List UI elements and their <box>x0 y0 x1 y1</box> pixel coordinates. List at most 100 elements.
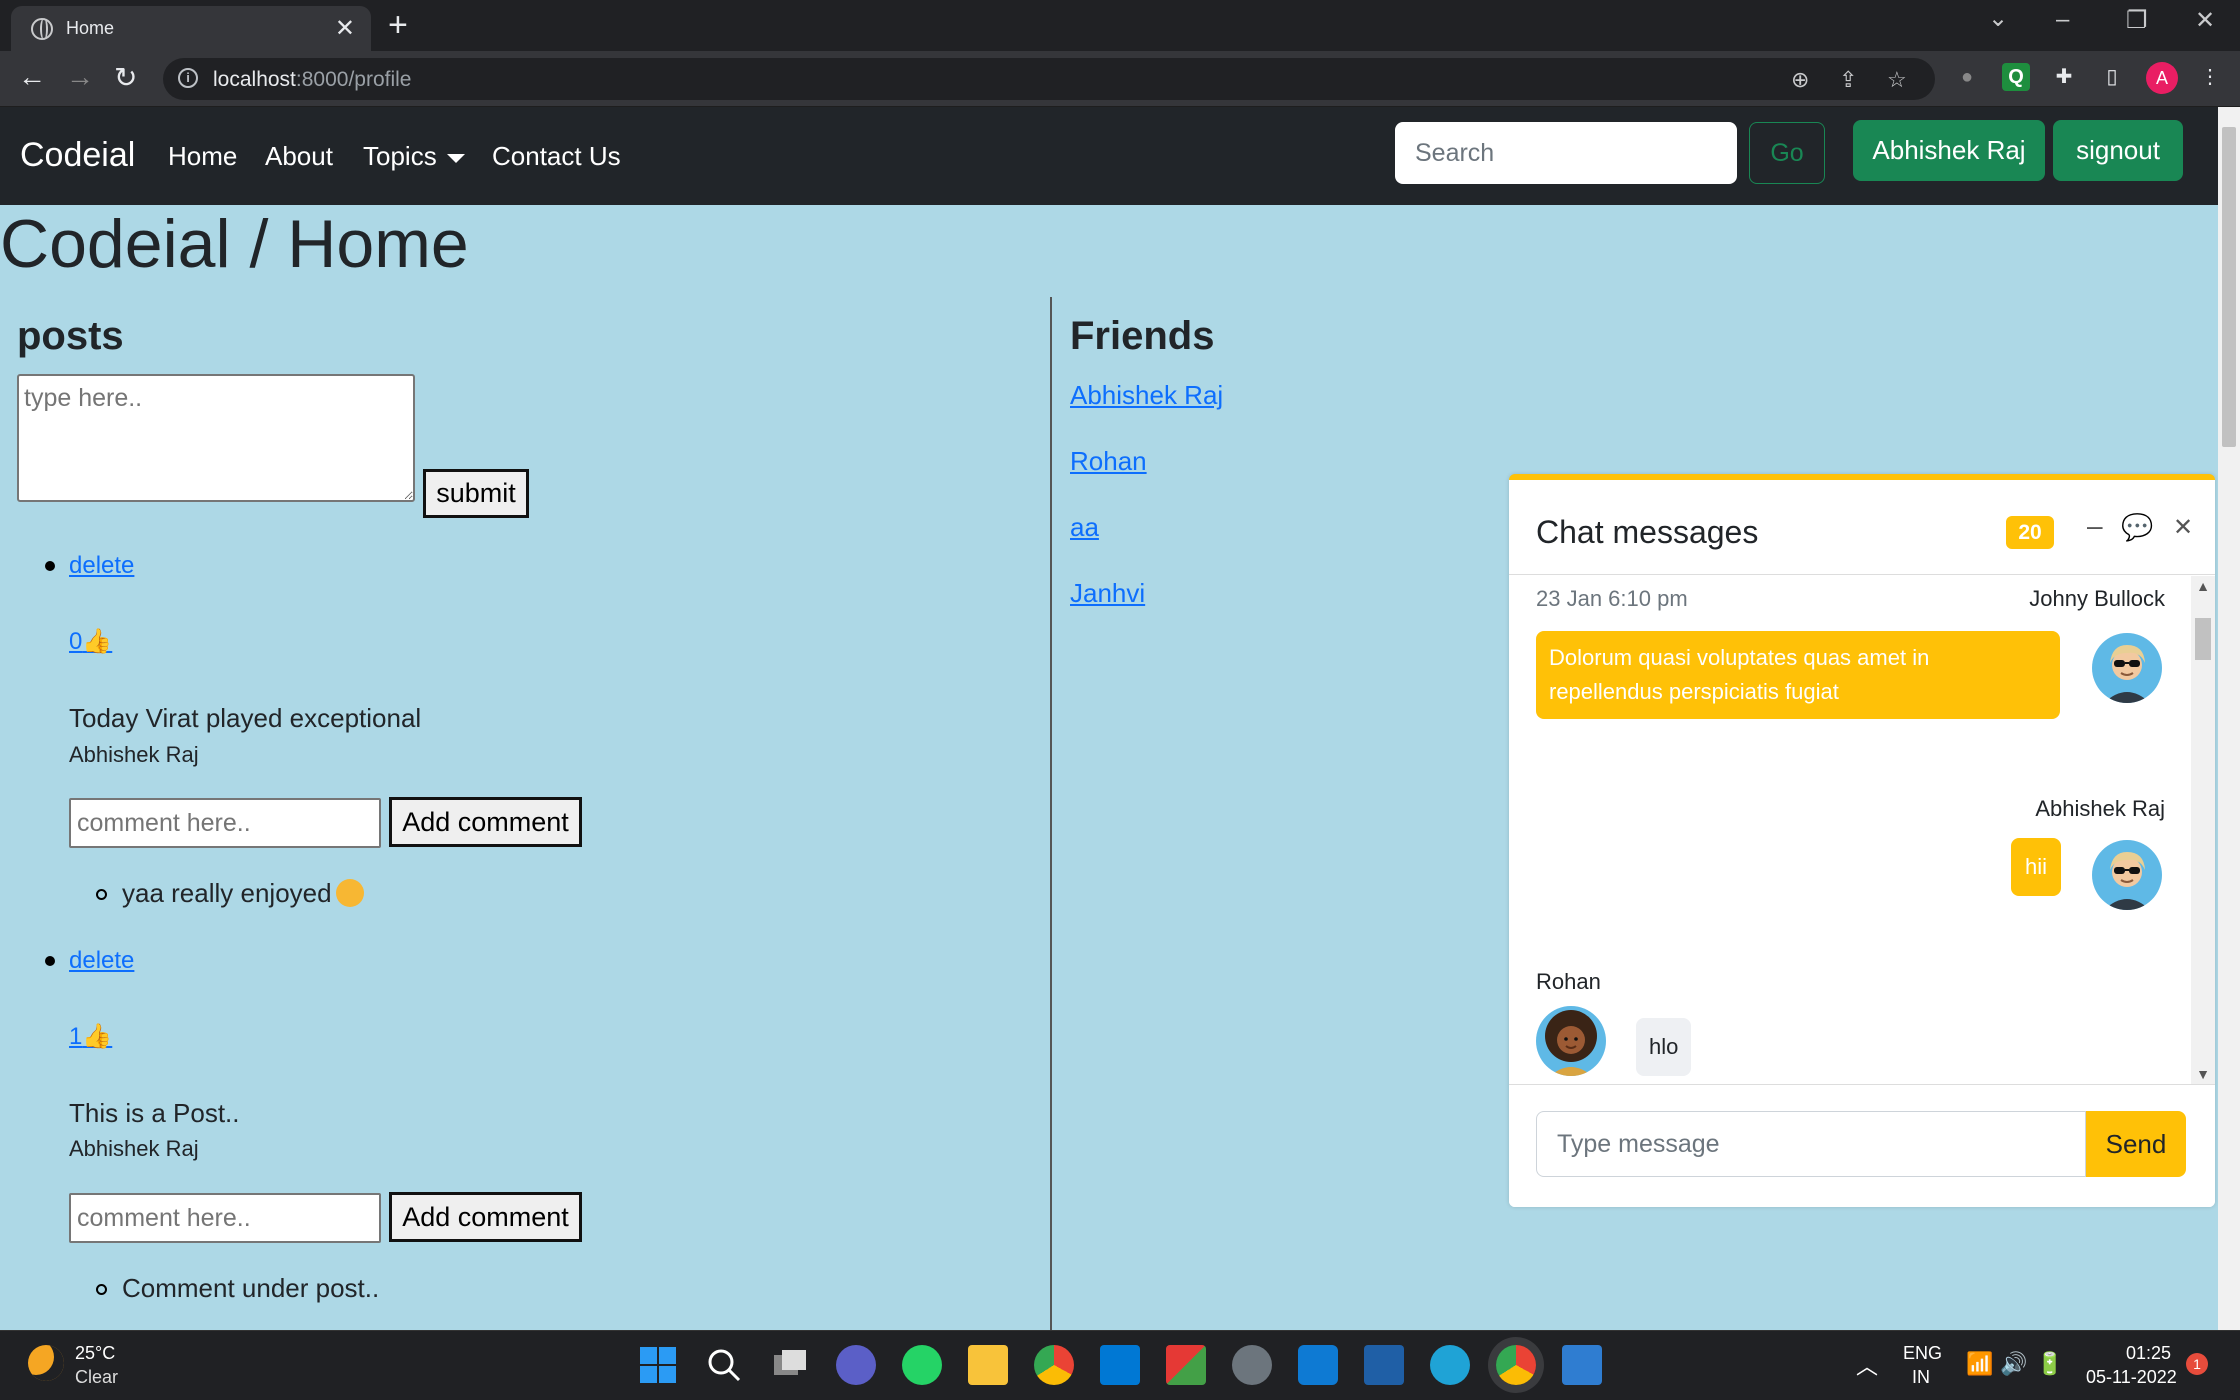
comment-input[interactable] <box>69 1193 381 1243</box>
office-app-icon[interactable] <box>1166 1345 1206 1385</box>
back-arrow-icon[interactable]: ← <box>18 61 46 93</box>
avatar <box>2092 633 2162 703</box>
reload-icon[interactable]: ↻ <box>114 61 137 94</box>
signout-button[interactable]: signout <box>2053 120 2183 181</box>
browser-menu-icon[interactable]: ⋮ <box>2196 63 2224 91</box>
comment-text: yaa really enjoyed <box>122 878 364 909</box>
nav-topics-dropdown[interactable]: Topics <box>363 141 465 172</box>
vscode-icon[interactable] <box>1298 1345 1338 1385</box>
go-button[interactable]: Go <box>1749 122 1825 184</box>
meet-chat-icon[interactable] <box>836 1345 876 1385</box>
page-scrollbar-thumb[interactable] <box>2222 127 2236 447</box>
task-view-icon[interactable] <box>770 1345 810 1385</box>
nav-about[interactable]: About <box>265 141 333 172</box>
scroll-down-icon[interactable]: ▼ <box>2196 1066 2210 1082</box>
chat-scrollbar-thumb[interactable] <box>2195 618 2211 660</box>
friends-heading: Friends <box>1070 314 1215 358</box>
edge-icon[interactable] <box>1430 1345 1470 1385</box>
volume-icon[interactable]: 🔊 <box>2000 1351 2027 1377</box>
battery-icon[interactable]: 🔋 <box>2036 1351 2063 1377</box>
window-close-icon[interactable]: ✕ <box>2195 6 2215 35</box>
friend-link[interactable]: aa <box>1070 512 1099 543</box>
delete-post-link[interactable]: delete <box>69 552 134 580</box>
close-chat-icon[interactable]: ✕ <box>2173 513 2193 542</box>
photos-icon[interactable] <box>1562 1345 1602 1385</box>
brand-logo[interactable]: Codeial <box>20 136 135 175</box>
scroll-up-icon[interactable]: ▲ <box>2196 578 2210 594</box>
comment-input[interactable] <box>69 798 381 848</box>
add-comment-button[interactable]: Add comment <box>389 797 582 847</box>
chat-message-count-badge: 20 <box>2006 516 2054 549</box>
delete-post-link[interactable]: delete <box>69 947 134 975</box>
message-sender: Rohan <box>1536 969 1601 994</box>
like-link[interactable]: 1👍 <box>69 1022 112 1051</box>
browser-tab[interactable]: Home ✕ <box>11 6 371 51</box>
submit-post-button[interactable]: submit <box>423 469 529 518</box>
side-panel-icon[interactable]: ▯ <box>2098 63 2126 91</box>
friend-link[interactable]: Rohan <box>1070 446 1147 477</box>
clock-date[interactable]: 05-11-2022 <box>2086 1367 2177 1388</box>
posts-heading: posts <box>17 314 124 358</box>
share-icon[interactable]: ⇪ <box>1839 67 1857 93</box>
add-comment-button[interactable]: Add comment <box>389 1192 582 1242</box>
comments-icon[interactable]: 💬 <box>2121 512 2153 543</box>
chrome-icon[interactable] <box>1034 1345 1074 1385</box>
restore-icon[interactable]: ❐ <box>2126 6 2148 35</box>
search-input[interactable] <box>1395 122 1737 184</box>
forward-arrow-icon[interactable]: → <box>66 61 94 93</box>
weather-temperature[interactable]: 25°C <box>75 1343 115 1364</box>
settings-gear-icon[interactable] <box>1232 1345 1272 1385</box>
windows-start-icon[interactable] <box>638 1345 678 1385</box>
like-link[interactable]: 0👍 <box>69 627 112 656</box>
region-label[interactable]: IN <box>1912 1367 1930 1388</box>
post-textarea[interactable] <box>17 374 415 502</box>
browser-tab-bar: Home ✕ + ⌄ – ❐ ✕ <box>0 0 2240 51</box>
new-tab-button[interactable]: + <box>388 6 408 45</box>
clock-time[interactable]: 01:25 <box>2126 1343 2171 1364</box>
minimize-icon[interactable]: – <box>2056 6 2069 34</box>
file-explorer-icon[interactable] <box>968 1345 1008 1385</box>
powershell-icon[interactable] <box>1364 1345 1404 1385</box>
minimize-chat-icon[interactable]: – <box>2087 510 2103 542</box>
whatsapp-icon[interactable] <box>902 1345 942 1385</box>
chat-messages-area[interactable]: ▲ ▼ 23 Jan 6:10 pm Johny Bullock Dolorum… <box>1509 576 2215 1084</box>
weather-condition[interactable]: Clear <box>75 1367 118 1388</box>
extension-dot-icon[interactable]: ● <box>1953 63 1981 91</box>
bookmark-star-icon[interactable]: ☆ <box>1887 67 1907 93</box>
site-info-icon[interactable]: i <box>178 68 198 88</box>
friend-link[interactable]: Abhishek Raj <box>1070 380 1223 411</box>
chat-footer: Send <box>1509 1084 2215 1207</box>
address-bar[interactable]: i localhost:8000/profile ⊕ ⇪ ☆ <box>163 58 1935 100</box>
tab-title: Home <box>66 18 115 38</box>
browser-toolbar: ← → ↻ i localhost:8000/profile ⊕ ⇪ ☆ ● Q… <box>0 51 2240 107</box>
zoom-icon[interactable]: ⊕ <box>1791 67 1809 93</box>
search-icon[interactable] <box>704 1345 744 1385</box>
page-scrollbar[interactable] <box>2218 107 2240 1330</box>
thumbs-up-icon: 👍 <box>82 1023 113 1050</box>
moon-weather-icon[interactable] <box>28 1345 64 1381</box>
notification-badge[interactable]: 1 <box>2186 1353 2208 1375</box>
nav-contact-us[interactable]: Contact Us <box>492 141 621 172</box>
browser-profile-avatar[interactable]: A <box>2146 62 2178 94</box>
tab-search-icon[interactable]: ⌄ <box>1988 4 2008 33</box>
message-timestamp: 23 Jan 6:10 pm <box>1536 586 1688 611</box>
user-profile-button[interactable]: Abhishek Raj <box>1853 120 2045 181</box>
store-icon[interactable] <box>1100 1345 1140 1385</box>
wifi-icon[interactable]: 📶 <box>1966 1351 1993 1377</box>
chat-scrollbar[interactable]: ▲ ▼ <box>2191 576 2215 1084</box>
post-author: Abhishek Raj <box>69 742 199 767</box>
chrome-active-icon[interactable] <box>1496 1345 1536 1385</box>
extension-q-icon[interactable]: Q <box>2002 63 2030 91</box>
close-tab-icon[interactable]: ✕ <box>335 14 355 43</box>
chat-message-input[interactable] <box>1536 1111 2086 1177</box>
extensions-puzzle-icon[interactable]: ✚ <box>2050 63 2078 91</box>
list-bullet <box>45 956 55 966</box>
chevron-up-icon[interactable]: ︿ <box>1856 1349 1878 1381</box>
send-button[interactable]: Send <box>2086 1111 2186 1177</box>
language-label[interactable]: ENG <box>1903 1343 1942 1364</box>
url-text[interactable]: localhost:8000/profile <box>213 68 411 92</box>
message-bubble: hlo <box>1636 1018 1692 1076</box>
smiling-face-icon <box>335 879 364 907</box>
nav-home[interactable]: Home <box>168 141 237 172</box>
friend-link[interactable]: Janhvi <box>1070 578 1145 609</box>
